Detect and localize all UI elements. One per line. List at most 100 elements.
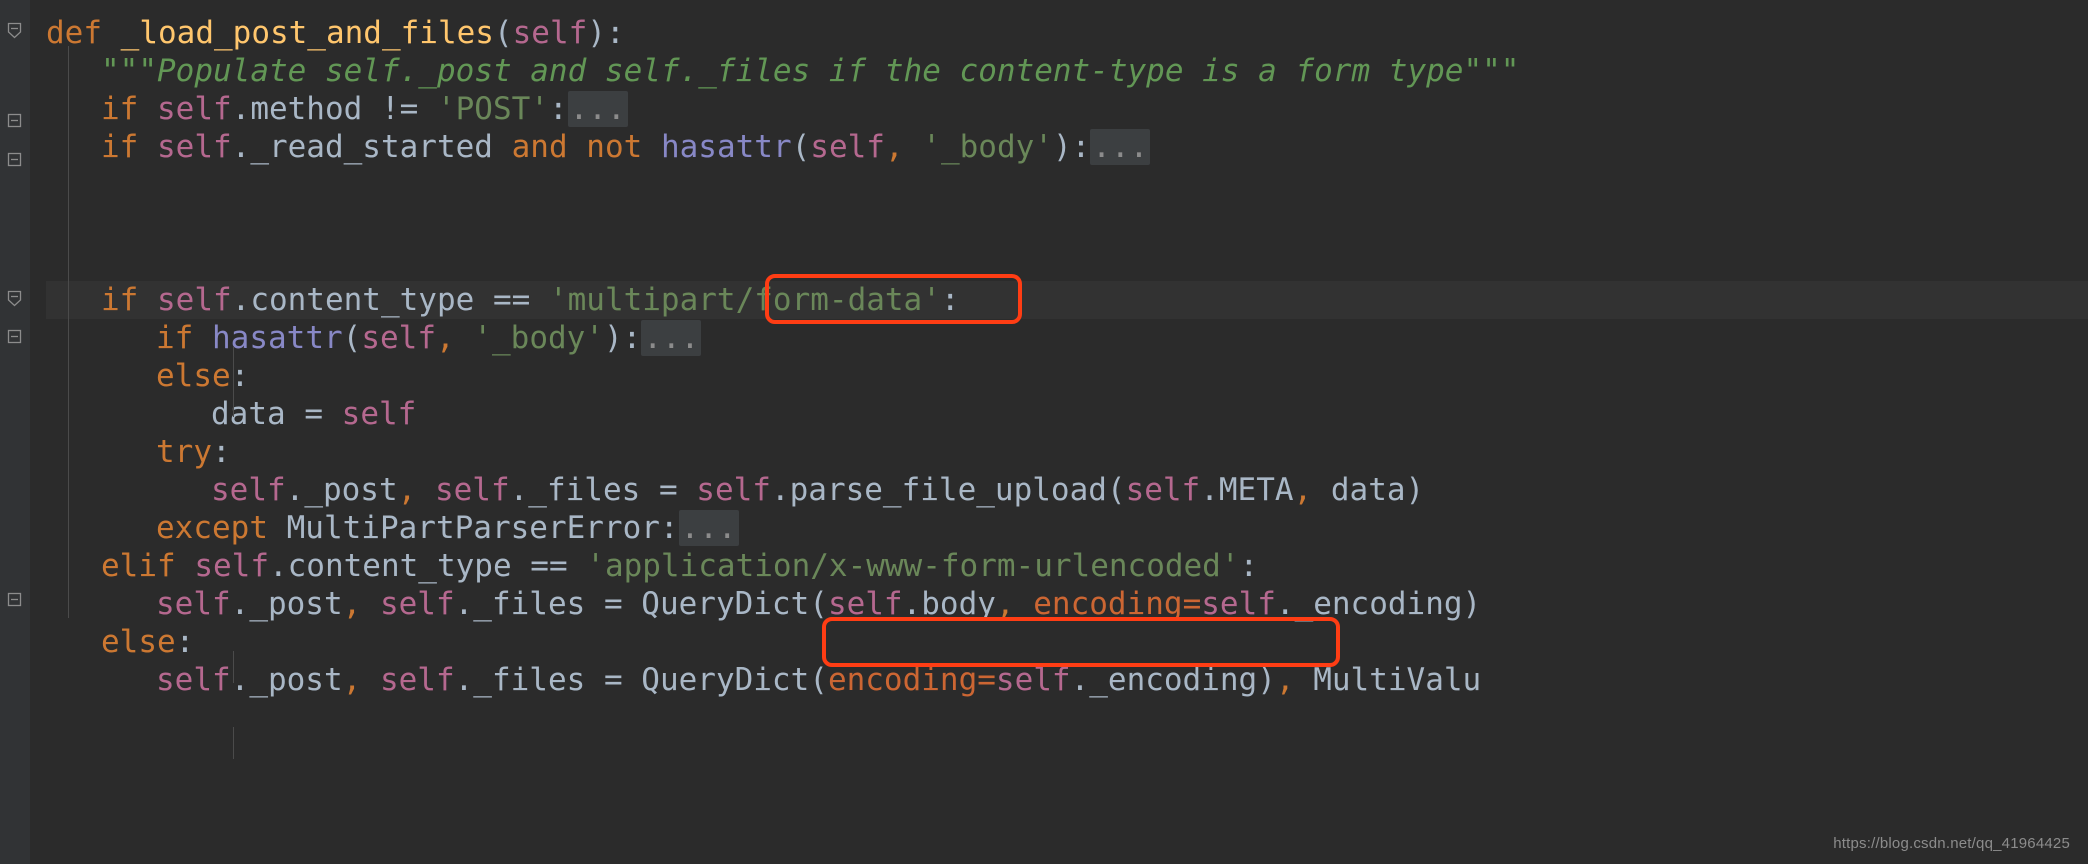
collapsed-fold-chip[interactable]: ... [1090,129,1151,165]
code-token: not [586,129,643,165]
indent-guide [233,347,234,417]
code-line-else-1[interactable]: else: [156,357,249,395]
code-token: if [101,282,139,318]
code-line-else-2[interactable]: else: [101,623,194,661]
code-token: def [46,15,102,51]
fold-marker-collapsed-if-method[interactable] [6,112,23,129]
fold-marker-expanded-def[interactable] [6,22,23,39]
code-token: = [304,396,323,432]
code-token: self [1201,586,1276,622]
code-token: , [397,472,417,508]
collapsed-fold-chip[interactable]: ... [641,320,702,356]
code-token: 'multipart/form-data' [548,282,941,318]
code-token: 'POST' [436,91,549,127]
code-line-querydict-body[interactable]: self._post, self._files = QueryDict(self… [156,585,1481,623]
code-editor-screenshot: def _load_post_and_files(self): """Popul… [0,0,2088,864]
code-token: : [1239,548,1259,584]
code-line-data-self[interactable]: data = self [211,395,416,433]
code-token: if [101,91,139,127]
code-token: ._files [454,662,604,698]
code-token: .META [1200,472,1294,508]
code-line-try[interactable]: try: [156,433,231,471]
code-token: = [977,662,996,698]
indent-guide [233,651,234,683]
code-token: self [211,472,286,508]
code-token: , [995,586,1015,622]
code-line-if-multipart[interactable]: if self.content_type == 'multipart/form-… [101,281,960,319]
code-line-def[interactable]: def _load_post_and_files(self): [46,14,625,52]
code-token: : [940,282,960,318]
code-line-querydict-empty[interactable]: self._post, self._files = QueryDict(enco… [156,661,1481,699]
code-text-area[interactable]: def _load_post_and_files(self): """Popul… [46,0,2088,864]
code-line-if-method[interactable]: if self.method != 'POST':... [101,90,628,128]
indent-guide [233,727,234,759]
code-token: ( [342,320,362,356]
code-token: ): [587,15,625,51]
code-token: self [512,15,588,51]
code-token: self [1125,472,1201,508]
code-token: ._post [285,472,398,508]
editor-gutter-strip [30,0,46,864]
code-token: : [175,624,195,660]
code-line-elif-urlencoded[interactable]: elif self.content_type == 'application/x… [101,547,1258,585]
code-token: : [548,91,568,127]
indent-guide [68,46,69,618]
code-token: = [658,472,678,508]
editor-gutter[interactable] [0,0,30,864]
collapsed-fold-chip[interactable]: ... [567,91,628,127]
code-token: '_body' [922,129,1053,165]
code-token: .body [902,586,996,622]
code-token: ( [791,129,811,165]
code-token: , [342,662,362,698]
code-line-parse-file-upload[interactable]: self._post, self._files = self.parse_fil… [211,471,1424,509]
code-token: data [211,396,305,432]
fold-marker-collapsed-except[interactable] [6,591,23,608]
code-token: ._files [454,586,604,622]
code-token: , [435,320,455,356]
code-token: ): [1052,129,1091,165]
code-token: == [530,548,568,584]
fold-marker-expanded-if-multipart[interactable] [6,290,23,307]
code-token: ._post [230,662,343,698]
code-line-if-read-started[interactable]: if self._read_started and not hasattr(se… [101,128,1151,166]
fold-marker-collapsed-if-hasattr[interactable] [6,328,23,345]
code-token: 'application/x-www-form-urlencoded' [586,548,1240,584]
code-token: Populate self._post and self._files if t… [157,53,1520,89]
code-token: QueryDict( [622,662,828,698]
code-token: == [492,282,531,318]
code-token: , [1275,662,1295,698]
code-token: = [1182,586,1202,622]
fold-marker-collapsed-if-read-started[interactable] [6,151,23,168]
code-token: , [884,129,904,165]
code-token: self [827,586,903,622]
code-token: ( [493,15,513,51]
code-token: elif [101,548,176,584]
code-token: self [361,320,436,356]
code-token: self [341,396,417,432]
code-line-except[interactable]: except MultiPartParserError:... [156,509,739,547]
code-token: encoding [1033,586,1183,622]
code-token: self [156,662,231,698]
code-token: != [380,91,419,127]
code-line-docstring[interactable]: """Populate self._post and self._files i… [101,52,1519,90]
code-token: _load_post_and_files [120,15,494,51]
code-line-if-hasattr-body[interactable]: if hasattr(self, '_body'):... [156,319,702,357]
collapsed-fold-chip[interactable]: ... [678,510,739,546]
code-token: try [156,434,212,470]
code-token: else [156,358,231,394]
code-token: hasattr [212,320,343,356]
